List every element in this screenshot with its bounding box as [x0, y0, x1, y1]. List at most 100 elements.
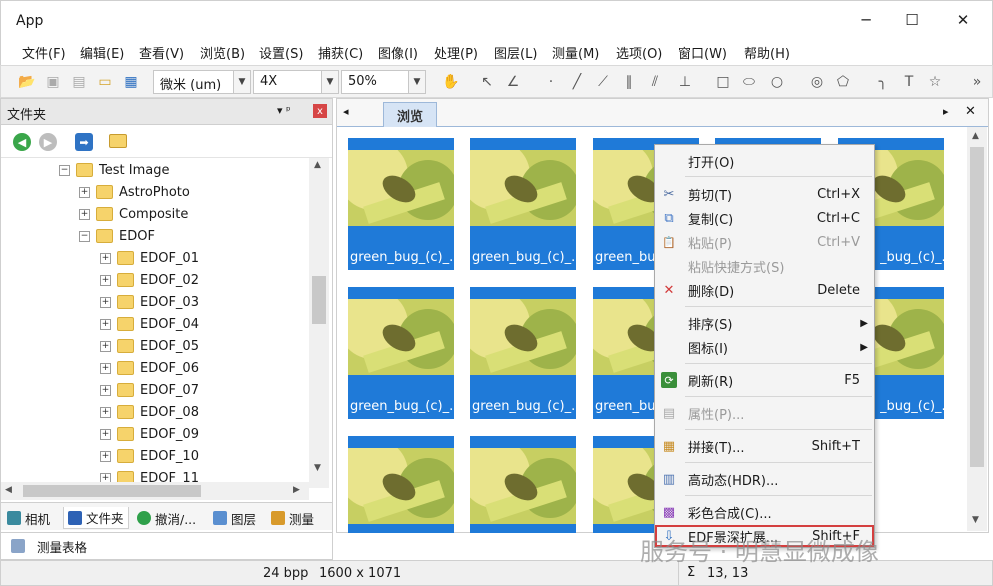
tab-measure-table[interactable]: 测量表格 [11, 535, 87, 557]
tab-measure[interactable]: 测量 [271, 507, 314, 529]
menu-item-refresh[interactable]: ⟳ 刷新(R) F5 [655, 369, 874, 391]
menu-window[interactable]: 窗口(W) [678, 43, 727, 62]
concentric-icon[interactable]: ◎ [807, 72, 827, 92]
tree-item[interactable]: + EDOF_07 [100, 379, 199, 401]
open-folder-icon[interactable]: 📂 [17, 72, 37, 92]
menu-process[interactable]: 处理(P) [434, 43, 478, 62]
tree-item[interactable]: + EDOF_02 [100, 269, 199, 291]
menu-layer[interactable]: 图层(L) [494, 43, 537, 62]
tree-item[interactable]: + EDOF_06 [100, 357, 199, 379]
expand-icon[interactable]: + [100, 428, 111, 440]
browser-vertical-scrollbar[interactable]: ▲ ▼ [967, 127, 987, 531]
chevron-up-icon[interactable]: ▲ [972, 131, 979, 141]
menu-item-hdr[interactable]: ▥ 高动态(HDR)... [655, 468, 874, 490]
forward-icon[interactable]: ▶ [39, 133, 57, 151]
folder-icon[interactable]: ▭ [95, 72, 115, 92]
image-thumbnail[interactable]: green_bug_(c)_... [470, 138, 576, 270]
chevron-down-icon[interactable]: ▼ [314, 463, 321, 473]
menu-measure[interactable]: 测量(M) [552, 43, 599, 62]
back-icon[interactable]: ◀ [13, 133, 31, 151]
expand-icon[interactable]: + [100, 450, 111, 462]
star-icon[interactable]: ☆ [925, 72, 945, 92]
zoom-select[interactable]: 50% [341, 70, 411, 94]
menu-settings[interactable]: 设置(S) [259, 43, 303, 62]
line-icon[interactable]: ╱ [567, 72, 587, 92]
tree-item[interactable]: − Test Image [59, 159, 169, 181]
tree-item[interactable]: + AstroPhoto [79, 181, 190, 203]
tree-item[interactable]: + EDOF_10 [100, 445, 199, 467]
chevron-down-icon[interactable]: ▼ [321, 70, 339, 94]
image-thumbnail[interactable]: green_bug_(c)_... [348, 138, 454, 270]
chevron-up-icon[interactable]: ▲ [314, 160, 321, 170]
rectangle-icon[interactable]: □ [713, 72, 733, 92]
menu-edit[interactable]: 编辑(E) [80, 43, 124, 62]
tree-item[interactable]: + EDOF_08 [100, 401, 199, 423]
menu-image[interactable]: 图像(I) [378, 43, 418, 62]
tab-undo[interactable]: 撤消/... [137, 507, 196, 529]
close-button[interactable]: ✕ [946, 7, 980, 33]
tab-camera[interactable]: 相机 [7, 507, 50, 529]
tree-item[interactable]: + EDOF_05 [100, 335, 199, 357]
panel-close-button[interactable]: x [313, 104, 327, 118]
menu-item-sort[interactable]: 排序(S) ▶ [655, 312, 874, 334]
tab-folder[interactable]: 文件夹 [63, 507, 129, 529]
folder-icon[interactable] [109, 134, 127, 148]
image-thumbnail[interactable] [348, 436, 454, 533]
ellipse-icon[interactable]: ⬭ [739, 72, 759, 92]
minimize-button[interactable]: ─ [849, 7, 883, 33]
menu-item-stitch[interactable]: ▦ 拼接(T)... Shift+T [655, 435, 874, 457]
scroll-thumb[interactable] [312, 276, 326, 324]
expand-icon[interactable]: + [100, 274, 111, 286]
menu-help[interactable]: 帮助(H) [744, 43, 790, 62]
menu-item-copy[interactable]: ⧉ 复制(C) Ctrl+C [655, 207, 874, 229]
tab-browse[interactable]: 浏览 [383, 102, 437, 127]
tab-scroll-right[interactable]: ▸ [943, 105, 949, 118]
image-thumbnail[interactable] [470, 436, 576, 533]
menu-file[interactable]: 文件(F) [22, 43, 66, 62]
menu-view[interactable]: 查看(V) [139, 43, 184, 62]
chevron-left-icon[interactable]: ◀ [5, 485, 12, 495]
menu-options[interactable]: 选项(O) [616, 43, 662, 62]
tab-scroll-left[interactable]: ◂ [343, 105, 349, 118]
chevron-right-icon[interactable]: ▶ [293, 485, 300, 495]
scroll-thumb[interactable] [970, 147, 984, 467]
save-all-icon[interactable]: ▤ [69, 72, 89, 92]
maximize-button[interactable]: ☐ [895, 7, 929, 33]
collapse-icon[interactable]: − [59, 164, 70, 176]
text-icon[interactable]: T [899, 72, 919, 92]
perpendicular-icon[interactable]: ⊥ [675, 72, 695, 92]
tree-horizontal-scrollbar[interactable]: ◀ ▶ [1, 482, 309, 500]
tree-item[interactable]: + EDOF_04 [100, 313, 199, 335]
expand-icon[interactable]: + [79, 186, 90, 198]
image-thumbnail[interactable]: green_bug_(c)_... [348, 287, 454, 419]
chevron-down-icon[interactable]: ▼ [972, 515, 979, 525]
menu-browse[interactable]: 浏览(B) [200, 43, 245, 62]
hand-icon[interactable]: ✋ [441, 72, 461, 92]
expand-icon[interactable]: + [100, 318, 111, 330]
parallel-icon[interactable]: ∥ [619, 72, 639, 92]
save-icon[interactable]: ▣ [43, 72, 63, 92]
menu-item-icons[interactable]: 图标(I) ▶ [655, 336, 874, 358]
point-icon[interactable]: · [541, 72, 561, 92]
go-icon[interactable]: ➡ [75, 133, 93, 151]
tree-item[interactable]: − EDOF [79, 225, 155, 247]
scroll-thumb[interactable] [23, 485, 201, 497]
toolbar-overflow[interactable]: » [967, 72, 987, 92]
tree-vertical-scrollbar[interactable]: ▲ ▼ [309, 158, 329, 488]
angle-icon[interactable]: ∠ [503, 72, 523, 92]
magnification-select[interactable]: 4X [253, 70, 323, 94]
expand-icon[interactable]: + [100, 362, 111, 374]
collapse-icon[interactable]: − [79, 230, 90, 242]
chevron-down-icon[interactable]: ▼ [233, 70, 251, 94]
pointer-icon[interactable]: ↖ [477, 72, 497, 92]
tab-close[interactable]: ✕ [965, 104, 976, 119]
grid-icon[interactable]: ▦ [121, 72, 141, 92]
menu-item-color-composite[interactable]: ▩ 彩色合成(C)... [655, 501, 874, 523]
tab-layers[interactable]: 图层 [213, 507, 256, 529]
polygon-icon[interactable]: ⬠ [833, 72, 853, 92]
multi-line-icon[interactable]: ⫽ [645, 72, 665, 92]
circle-icon[interactable]: ○ [767, 72, 787, 92]
expand-icon[interactable]: + [79, 208, 90, 220]
expand-icon[interactable]: + [100, 406, 111, 418]
expand-icon[interactable]: + [100, 296, 111, 308]
